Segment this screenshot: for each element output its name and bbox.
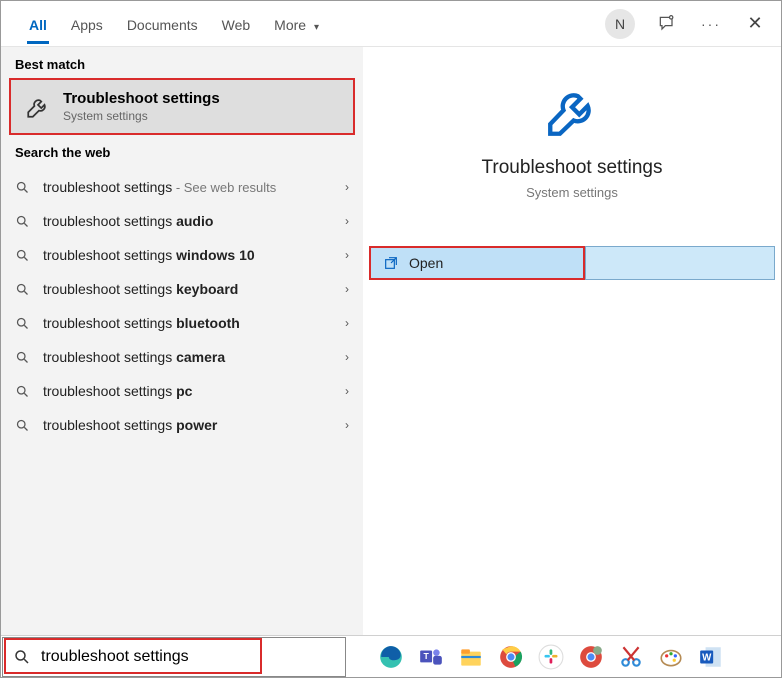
chevron-right-icon: › (345, 384, 349, 398)
chevron-right-icon: › (345, 248, 349, 262)
tab-more-label: More (274, 17, 306, 33)
search-box[interactable] (2, 637, 346, 677)
web-result-text: troubleshoot settings - See web results (43, 179, 333, 195)
chevron-right-icon: › (345, 350, 349, 364)
web-result-item[interactable]: troubleshoot settings bluetooth › (1, 306, 363, 340)
web-result-item[interactable]: troubleshoot settings audio › (1, 204, 363, 238)
search-input[interactable] (41, 648, 335, 666)
search-icon (15, 180, 31, 195)
search-icon (15, 418, 31, 433)
taskbar-teams-icon[interactable]: T (414, 640, 448, 674)
search-icon (15, 214, 31, 229)
taskbar-edge-icon[interactable] (374, 640, 408, 674)
web-result-item[interactable]: troubleshoot settings windows 10 › (1, 238, 363, 272)
search-tabs: All Apps Documents Web More ▾ N ··· ✕ (1, 1, 781, 47)
open-dropdown-area[interactable] (585, 246, 775, 280)
feedback-icon[interactable] (655, 12, 679, 36)
tab-documents[interactable]: Documents (115, 5, 210, 43)
best-match-subtitle: System settings (63, 109, 220, 123)
taskbar-slack-icon[interactable] (534, 640, 568, 674)
web-results-list: troubleshoot settings - See web results … (1, 166, 363, 442)
tab-apps[interactable]: Apps (59, 5, 115, 43)
web-result-text: troubleshoot settings bluetooth (43, 315, 333, 331)
chevron-right-icon: › (345, 214, 349, 228)
search-icon (15, 384, 31, 399)
tab-all[interactable]: All (17, 5, 59, 43)
web-result-item[interactable]: troubleshoot settings pc › (1, 374, 363, 408)
section-best-match: Best match (1, 47, 363, 78)
chevron-right-icon: › (345, 418, 349, 432)
search-icon (15, 350, 31, 365)
web-result-item[interactable]: troubleshoot settings camera › (1, 340, 363, 374)
taskbar-snip-icon[interactable] (614, 640, 648, 674)
taskbar-word-icon[interactable]: W (694, 640, 728, 674)
taskbar-paint-icon[interactable] (654, 640, 688, 674)
taskbar: TW (1, 635, 781, 677)
web-result-item[interactable]: troubleshoot settings power › (1, 408, 363, 442)
tab-web[interactable]: Web (210, 5, 263, 43)
wrench-icon (25, 94, 51, 120)
open-button[interactable]: Open (369, 246, 585, 280)
preview-subtitle: System settings (526, 185, 618, 200)
preview-title: Troubleshoot settings (482, 157, 663, 179)
taskbar-explorer-icon[interactable] (454, 640, 488, 674)
open-label: Open (409, 255, 443, 271)
web-result-text: troubleshoot settings windows 10 (43, 247, 333, 263)
chevron-right-icon: › (345, 316, 349, 330)
best-match-result[interactable]: Troubleshoot settings System settings (9, 78, 355, 135)
web-result-text: troubleshoot settings keyboard (43, 281, 333, 297)
more-options-icon[interactable]: ··· (699, 12, 723, 36)
avatar[interactable]: N (605, 9, 635, 39)
search-icon (15, 282, 31, 297)
taskbar-chrome-icon[interactable] (494, 640, 528, 674)
wrench-icon (543, 83, 601, 141)
tab-more[interactable]: More ▾ (262, 5, 331, 43)
section-search-web: Search the web (1, 135, 363, 166)
svg-text:T: T (423, 651, 429, 661)
chevron-right-icon: › (345, 180, 349, 194)
search-icon (13, 648, 31, 666)
web-result-text: troubleshoot settings pc (43, 383, 333, 399)
taskbar-chrome-canary-icon[interactable] (574, 640, 608, 674)
close-icon[interactable]: ✕ (743, 12, 767, 36)
web-result-text: troubleshoot settings camera (43, 349, 333, 365)
chevron-right-icon: › (345, 282, 349, 296)
results-panel: Best match Troubleshoot settings System … (1, 47, 363, 635)
web-result-item[interactable]: troubleshoot settings - See web results … (1, 170, 363, 204)
open-in-new-icon (383, 255, 399, 271)
preview-panel: Troubleshoot settings System settings Op… (363, 47, 781, 635)
svg-text:W: W (702, 652, 712, 663)
search-icon (15, 248, 31, 263)
best-match-title: Troubleshoot settings (63, 90, 220, 107)
web-result-text: troubleshoot settings power (43, 417, 333, 433)
chevron-down-icon: ▾ (314, 22, 319, 33)
taskbar-icons: TW (374, 640, 728, 674)
web-result-text: troubleshoot settings audio (43, 213, 333, 229)
web-result-item[interactable]: troubleshoot settings keyboard › (1, 272, 363, 306)
search-icon (15, 316, 31, 331)
